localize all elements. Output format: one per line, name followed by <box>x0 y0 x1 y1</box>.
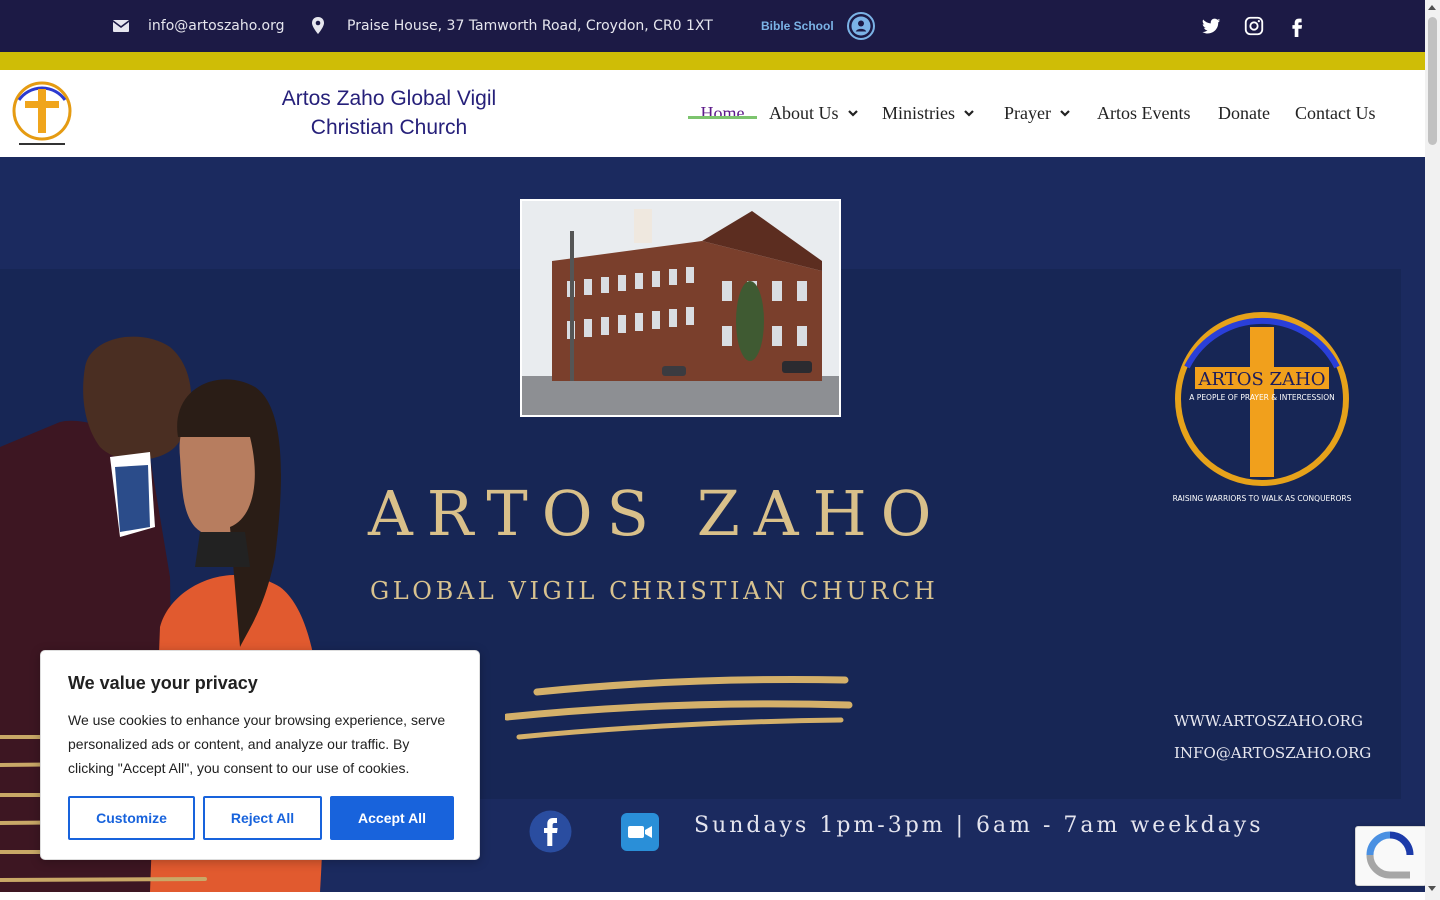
site-name-line-2: Christian Church <box>310 116 468 139</box>
gold-brush-strokes <box>505 676 853 740</box>
recaptcha-badge[interactable] <box>1355 826 1427 886</box>
nav-prayer-label: Prayer <box>1004 103 1051 123</box>
nav-artos-events[interactable]: Artos Events <box>1097 70 1191 157</box>
hero-logo-motto: RAISING WARRIORS TO WALK AS CONQUERORS <box>1173 494 1352 503</box>
bible-school-link[interactable]: Bible School <box>761 11 876 41</box>
nav-ministries[interactable]: Ministries <box>882 70 974 157</box>
scroll-up-arrow-icon[interactable] <box>1428 5 1436 10</box>
facebook-badge-icon <box>529 810 572 853</box>
instagram-icon[interactable] <box>1243 14 1265 38</box>
twitter-icon[interactable] <box>1200 14 1222 38</box>
scroll-down-arrow-icon[interactable] <box>1428 886 1436 891</box>
nav-home-label: Home <box>700 103 745 123</box>
map-pin-icon <box>312 17 324 34</box>
nav-home[interactable]: Home <box>688 70 757 157</box>
hero-subtitle: GLOBAL VIGIL CHRISTIAN CHURCH <box>370 577 939 605</box>
accept-all-button[interactable]: Accept All <box>330 796 454 840</box>
nav-artos-events-label: Artos Events <box>1097 103 1191 123</box>
contact-email-text: info@artoszaho.org <box>148 18 285 34</box>
cookie-consent-dialog: We value your privacy We use cookies to … <box>40 650 480 860</box>
hero-logo-text: ARTOS ZAHO <box>1197 369 1325 390</box>
site-name-line-1: Artos Zaho Global Vigil <box>281 87 497 110</box>
nav-ministries-label: Ministries <box>882 103 956 123</box>
reject-all-button[interactable]: Reject All <box>203 796 322 840</box>
church-building-photo <box>520 199 841 417</box>
site-name[interactable]: Artos Zaho Global Vigil Christian Church <box>258 84 520 142</box>
envelope-icon <box>112 20 130 32</box>
chevron-down-icon <box>847 110 858 117</box>
hero-contact-block: WWW.ARTOSZAHO.ORG INFO@ARTOSZAHO.ORG <box>1174 705 1371 769</box>
hero-logo-tagline: A PEOPLE OF PRAYER & INTERCESSION <box>1189 393 1334 402</box>
site-header: Artos Zaho Global Vigil Christian Church… <box>0 70 1425 157</box>
church-logo[interactable] <box>11 80 73 146</box>
facebook-icon[interactable] <box>1286 14 1308 38</box>
nav-contact-us-label: Contact Us <box>1295 103 1376 123</box>
hero-title: ARTOS ZAHO <box>368 477 946 550</box>
chevron-down-icon <box>1060 110 1070 117</box>
contact-address: Praise House, 37 Tamworth Road, Croydon,… <box>311 0 713 52</box>
hero-church-logo: ARTOS ZAHO A PEOPLE OF PRAYER & INTERCES… <box>1173 312 1352 503</box>
nav-donate-label: Donate <box>1218 103 1270 123</box>
nav-about-us-label: About Us <box>769 103 839 123</box>
accent-stripe <box>0 52 1425 70</box>
cookie-body: We use cookies to enhance your browsing … <box>68 712 446 776</box>
nav-active-indicator <box>688 116 757 119</box>
bible-school-label: Bible School <box>761 19 834 33</box>
page-bottom-edge <box>0 892 1425 900</box>
building-illustration <box>522 201 839 415</box>
nav-about-us[interactable]: About Us <box>769 70 858 157</box>
service-schedule: Sundays 1pm-3pm | 6am - 7am weekdays <box>694 813 1264 838</box>
hero-website: WWW.ARTOSZAHO.ORG <box>1174 712 1363 730</box>
contact-address-text: Praise House, 37 Tamworth Road, Croydon,… <box>347 18 713 34</box>
recaptcha-icon <box>1366 831 1414 879</box>
nav-donate[interactable]: Donate <box>1218 70 1270 157</box>
cookie-title: We value your privacy <box>68 673 258 693</box>
zoom-badge-icon <box>621 813 659 851</box>
nav-prayer[interactable]: Prayer <box>1004 70 1070 157</box>
contact-email[interactable]: info@artoszaho.org <box>112 0 284 52</box>
hero-email: INFO@ARTOSZAHO.ORG <box>1174 744 1372 762</box>
user-circle-icon <box>846 12 875 40</box>
chevron-down-icon <box>964 110 974 117</box>
top-info-bar: info@artoszaho.org Praise House, 37 Tamw… <box>0 0 1425 52</box>
customize-button[interactable]: Customize <box>68 796 195 840</box>
nav-contact-us[interactable]: Contact Us <box>1295 70 1376 157</box>
scrollbar-thumb[interactable] <box>1428 17 1437 145</box>
page-scrollbar[interactable] <box>1425 0 1440 900</box>
